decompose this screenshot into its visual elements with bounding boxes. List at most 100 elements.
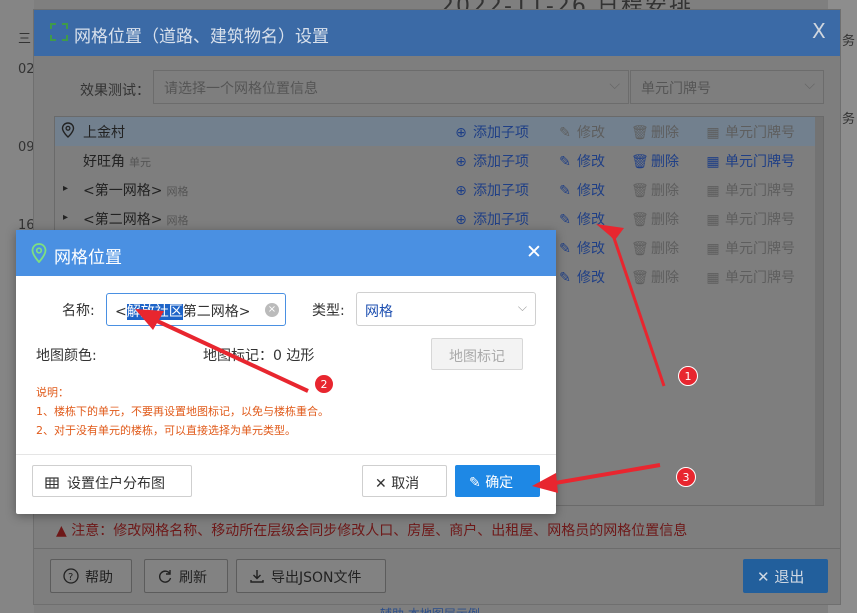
- exit-label: 退出: [774, 568, 805, 586]
- tree-row[interactable]: 上金村 ⊕ 添加子项 ✎ 修改 🗑 删除 ▦ 单元门牌号: [55, 117, 815, 146]
- warning-message: 注意：修改网格名称、移动所在层级会同步修改人口、房屋、商户、出租屋、网格员的网格…: [71, 523, 688, 539]
- name-input[interactable]: <解放社区第二网格> ×: [106, 293, 286, 326]
- warning-text: ▲ 注意：修改网格名称、移动所在层级会同步修改人口、房屋、商户、出租屋、网格员的…: [56, 520, 687, 540]
- delete-icon: 🗑: [631, 212, 649, 228]
- export-json-button[interactable]: 导出JSON文件: [236, 559, 386, 593]
- action-label: 添加子项: [473, 212, 529, 228]
- dialog-title: 网格位置（道路、建筑物名）设置: [74, 27, 329, 47]
- edit-icon: ✎: [559, 125, 571, 141]
- action-label: 修改: [577, 183, 605, 199]
- delete-icon: 🗑: [631, 241, 649, 257]
- add-icon: ⊕: [455, 212, 467, 228]
- delete-icon: 🗑: [631, 183, 649, 199]
- unit-action-link[interactable]: ▦ 单元门牌号: [705, 151, 795, 171]
- dialog-title: 网格位置: [54, 248, 122, 268]
- refresh-icon: [157, 568, 173, 584]
- map-mark-info: 地图标记：0 边形: [203, 348, 315, 364]
- help-button[interactable]: ? 帮助: [50, 559, 132, 593]
- close-icon[interactable]: ✕: [526, 241, 542, 263]
- del-action-link: 🗑 删除: [631, 122, 679, 142]
- action-label: 单元门牌号: [725, 183, 795, 199]
- action-label: 删除: [651, 154, 679, 170]
- refresh-button[interactable]: 刷新: [144, 559, 228, 593]
- grid-icon: ▦: [706, 125, 720, 141]
- clear-icon[interactable]: ×: [265, 303, 279, 317]
- bg-label: 务: [842, 112, 856, 127]
- add-action-link[interactable]: ⊕ 添加子项: [453, 180, 529, 200]
- action-label: 修改: [577, 212, 605, 228]
- tree-row-label: <第二网格> 网格: [83, 212, 189, 228]
- del-action-link: 🗑 删除: [631, 238, 679, 258]
- unit-number-select[interactable]: 单元门牌号 ⌵: [630, 70, 824, 104]
- expand-icon: [49, 22, 69, 42]
- unit-action-link: ▦ 单元门牌号: [705, 209, 795, 229]
- edit-action-link[interactable]: ✎ 修改: [557, 151, 605, 171]
- grid-icon: ▦: [706, 270, 720, 286]
- edit-action-link[interactable]: ✎ 修改: [557, 209, 605, 229]
- chevron-down-icon: ⌵: [517, 300, 527, 314]
- edit-action-link[interactable]: ✎ 修改: [557, 180, 605, 200]
- tree-row[interactable]: 好旺角 单元 ⊕ 添加子项 ✎ 修改 🗑 删除 ▦ 单元门牌号: [55, 146, 815, 175]
- grid-location-select[interactable]: 请选择一个网格位置信息 ⌵: [153, 70, 629, 104]
- del-action-link: 🗑 删除: [631, 267, 679, 287]
- action-label: 单元门牌号: [725, 125, 795, 141]
- expand-arrow-icon[interactable]: ▸: [63, 212, 68, 223]
- background-bottom-text: 辅助·本地图层示例: [380, 605, 480, 613]
- download-icon: [249, 568, 265, 584]
- chevron-down-icon: ⌵: [609, 77, 620, 93]
- edit-icon: ✎: [559, 270, 571, 286]
- callout-badge-2: 2: [314, 374, 334, 394]
- divider: [16, 454, 556, 455]
- tree-row-label: <第一网格> 网格: [83, 183, 189, 199]
- action-label: 删除: [651, 270, 679, 286]
- action-label: 删除: [651, 125, 679, 141]
- tree-row[interactable]: ▸ <第二网格> 网格 ⊕ 添加子项 ✎ 修改 🗑 删除 ▦ 单元门牌号: [55, 204, 815, 233]
- action-label: 修改: [577, 270, 605, 286]
- tree-row-label: 上金村: [83, 125, 125, 141]
- add-icon: ⊕: [455, 183, 467, 199]
- name-value-prefix: <: [115, 304, 127, 320]
- close-icon: ✕: [375, 476, 392, 492]
- edit-icon: ✎: [559, 183, 571, 199]
- del-action-link[interactable]: 🗑 删除: [631, 151, 679, 171]
- edit-action-link[interactable]: ✎ 修改: [557, 267, 605, 287]
- add-action-link[interactable]: ⊕ 添加子项: [453, 151, 529, 171]
- exit-button[interactable]: ✕ 退出: [743, 559, 828, 593]
- expand-arrow-icon[interactable]: ▸: [63, 183, 68, 194]
- confirm-button[interactable]: ✎ 确定: [455, 465, 540, 497]
- del-action-link: 🗑 删除: [631, 209, 679, 229]
- delete-icon: 🗑: [631, 270, 649, 286]
- add-action-link[interactable]: ⊕ 添加子项: [453, 209, 529, 229]
- action-label: 单元门牌号: [725, 154, 795, 170]
- type-label: 类型:: [312, 303, 345, 319]
- cancel-label: 取消: [391, 476, 420, 492]
- action-label: 删除: [651, 241, 679, 257]
- tree-row-type: 网格: [166, 185, 189, 198]
- close-icon[interactable]: X: [812, 19, 826, 43]
- action-label: 单元门牌号: [725, 212, 795, 228]
- tree-row[interactable]: ▸ <第一网格> 网格 ⊕ 添加子项 ✎ 修改 🗑 删除 ▦ 单元门牌号: [55, 175, 815, 204]
- grid-icon: ▦: [706, 183, 720, 199]
- edit-action-link[interactable]: ✎ 修改: [557, 238, 605, 258]
- note-line: 2、对于没有单元的楼栋，可以直接选择为单元类型。: [36, 424, 296, 437]
- dialog-header: 网格位置 ✕: [16, 230, 556, 276]
- refresh-label: 刷新: [179, 570, 207, 586]
- action-label: 添加子项: [473, 183, 529, 199]
- select-placeholder: 请选择一个网格位置信息: [164, 81, 318, 97]
- tree-scrollbar[interactable]: [815, 117, 823, 505]
- add-action-link[interactable]: ⊕ 添加子项: [453, 122, 529, 142]
- resident-layout-button[interactable]: 设置住户分布图: [32, 465, 192, 497]
- cancel-button[interactable]: ✕ 取消: [362, 465, 447, 497]
- note-title: 说明：: [36, 386, 69, 399]
- map-mark-button[interactable]: 地图标记: [431, 338, 523, 370]
- tree-row-label: 好旺角 单元: [83, 154, 151, 170]
- type-select[interactable]: 网格 ⌵: [356, 292, 536, 326]
- unit-action-link: ▦ 单元门牌号: [705, 122, 795, 142]
- dialog-footer: ? 帮助 刷新 导出JSON文件 ✕ 退出: [34, 548, 840, 604]
- location-icon: [61, 122, 75, 142]
- table-icon: [45, 476, 61, 494]
- note-line: 1、楼栋下的单元，不要再设置地图标记，以免与楼栋重合。: [36, 405, 329, 418]
- bg-label: 三: [18, 32, 32, 47]
- edit-icon: ✎: [469, 475, 486, 491]
- unit-action-link: ▦ 单元门牌号: [705, 267, 795, 287]
